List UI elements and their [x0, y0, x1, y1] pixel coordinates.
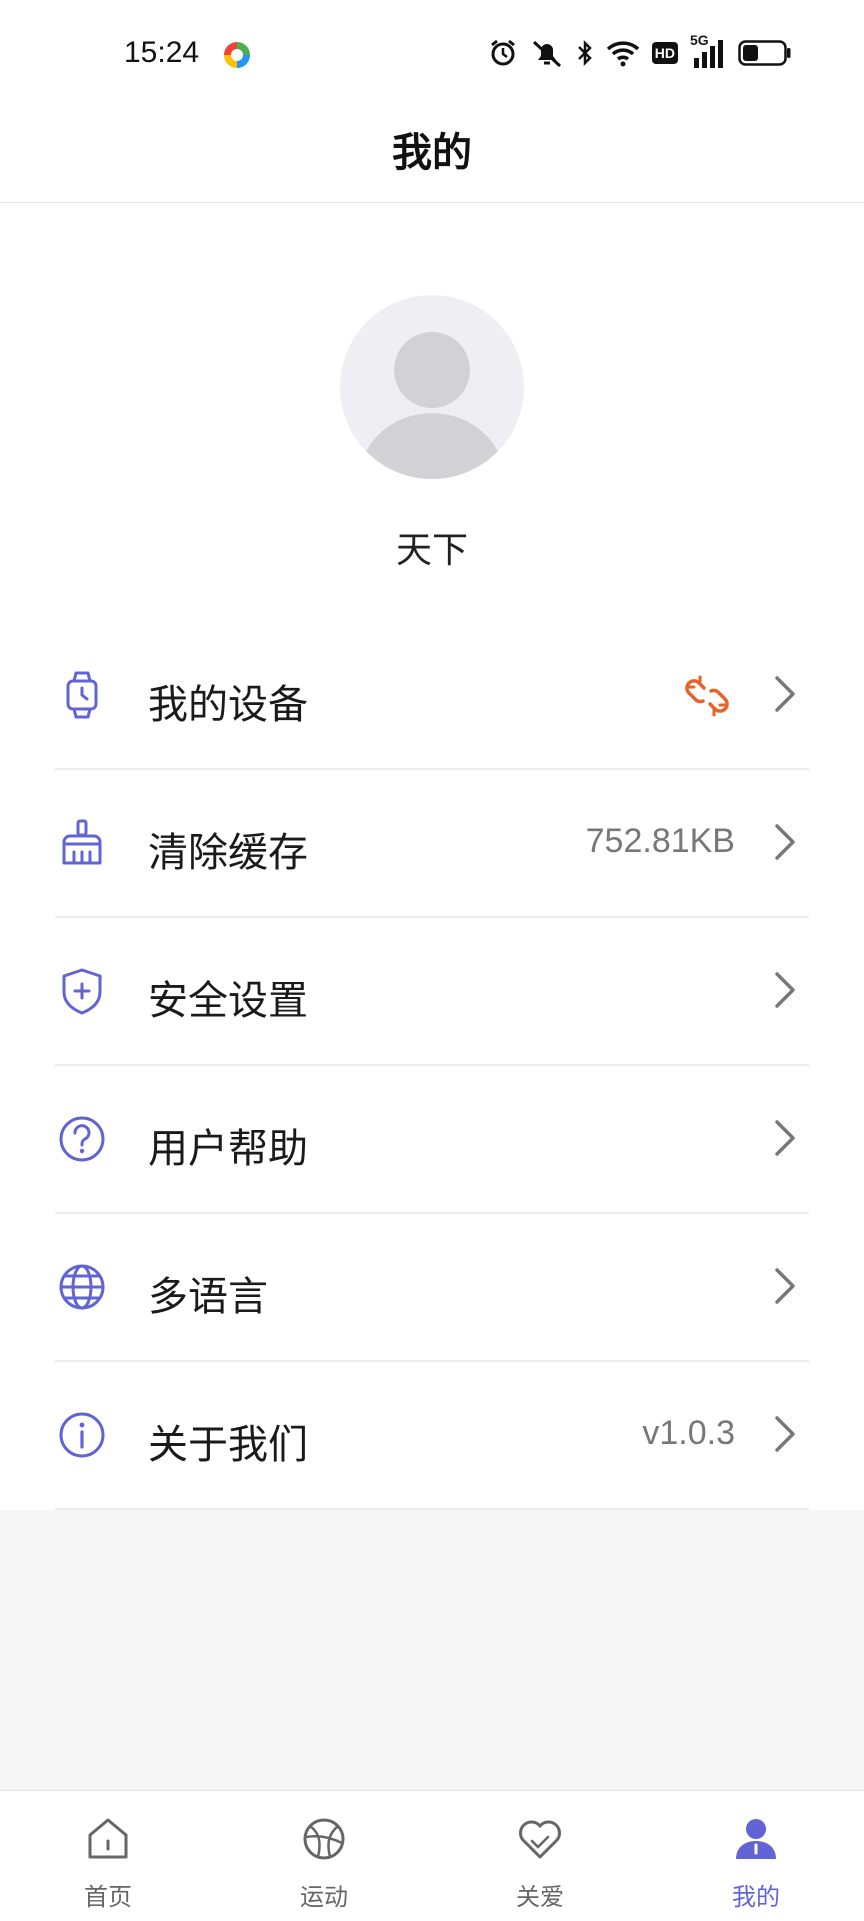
chevron-right-icon: [775, 1268, 795, 1304]
chevron-right-icon: [775, 972, 795, 1008]
chevron-right-icon: [775, 824, 795, 860]
tab-home[interactable]: 首页: [0, 1791, 216, 1921]
menu-item-label: 我的设备: [148, 682, 308, 728]
status-bar: 15:24 HD 5G: [0, 0, 864, 100]
info-circle-icon: [59, 1412, 105, 1458]
hd-badge: HD: [651, 42, 678, 64]
sports-ball-icon: [303, 1818, 345, 1860]
menu-item-label: 安全设置: [148, 978, 308, 1024]
chevron-right-icon: [775, 676, 795, 712]
chevron-right-icon: [775, 1416, 795, 1452]
menu-item-label: 关于我们: [148, 1422, 308, 1468]
battery-icon: [738, 40, 791, 66]
broom-icon: [62, 819, 102, 865]
tab-care[interactable]: 关爱: [432, 1791, 648, 1921]
settings-menu: 我的设备 清除缓存 752.81KB 安全设置 用户帮助 多语言 关于我们 v1…: [0, 622, 864, 1510]
wifi-icon: [606, 41, 639, 67]
top-navbar: 我的: [0, 100, 864, 203]
status-icons: HD 5G: [488, 32, 792, 70]
menu-item-languages[interactable]: 多语言: [55, 1214, 809, 1362]
mute-icon: [532, 40, 561, 68]
default-avatar-icon: [358, 332, 506, 479]
tab-label: 运动: [300, 1883, 348, 1911]
shield-plus-icon: [62, 968, 102, 1015]
menu-item-label: 用户帮助: [148, 1126, 308, 1172]
username: 天下: [395, 530, 468, 571]
menu-item-label: 清除缓存: [148, 830, 308, 876]
cache-size-value: 752.81KB: [585, 822, 735, 860]
menu-item-clear-cache[interactable]: 清除缓存 752.81KB: [55, 770, 809, 918]
page-title: 我的: [392, 130, 472, 176]
tab-mine[interactable]: 我的: [648, 1791, 864, 1921]
app-notification-icon: [224, 42, 250, 68]
chevron-right-icon: [775, 1120, 795, 1156]
status-time: 15:24: [124, 36, 200, 69]
home-icon: [88, 1818, 128, 1859]
heart-icon: [519, 1820, 561, 1859]
tab-sports[interactable]: 运动: [216, 1791, 432, 1921]
tab-label: 关爱: [516, 1883, 564, 1911]
broken-link-icon: [685, 675, 729, 717]
avatar[interactable]: [340, 295, 524, 479]
menu-item-my-devices[interactable]: 我的设备: [55, 622, 809, 770]
bluetooth-icon: [577, 39, 592, 67]
app-version-value: v1.0.3: [642, 1414, 735, 1452]
menu-item-label: 多语言: [148, 1274, 268, 1320]
menu-item-about-us[interactable]: 关于我们 v1.0.3: [55, 1362, 809, 1510]
watch-icon: [66, 671, 98, 719]
signal-icon: [694, 40, 723, 68]
help-circle-icon: [59, 1116, 105, 1162]
tab-label: 首页: [84, 1883, 132, 1911]
alarm-icon: [490, 39, 515, 66]
signal-indicator: 5G: [690, 32, 726, 68]
bottom-tab-bar: 首页 运动 关爱 我的: [0, 1790, 864, 1921]
menu-item-security-settings[interactable]: 安全设置: [55, 918, 809, 1066]
menu-item-user-help[interactable]: 用户帮助: [55, 1066, 809, 1214]
tab-label: 我的: [732, 1883, 780, 1911]
globe-icon: [59, 1264, 105, 1310]
user-icon: [736, 1819, 776, 1859]
profile-section: 天下: [0, 203, 864, 623]
